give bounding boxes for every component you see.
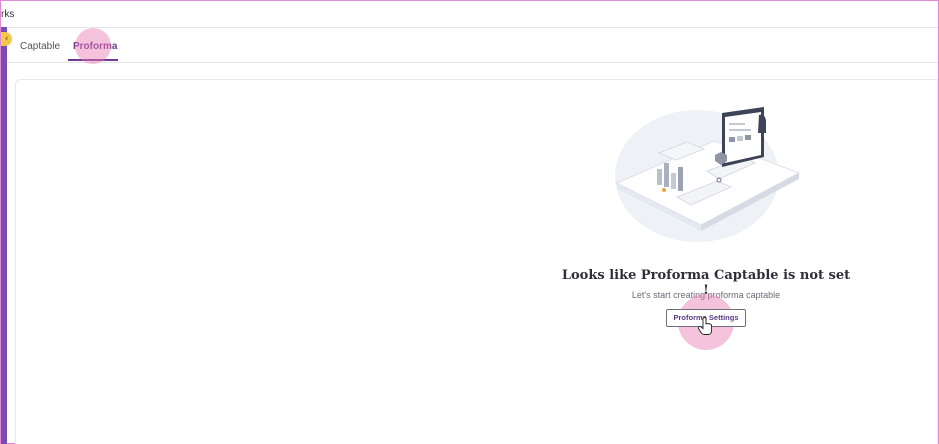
page-title: rks <box>1 9 15 20</box>
isometric-dashboard-illustration <box>615 107 801 242</box>
hand-pointer-icon <box>698 317 712 335</box>
click-highlight <box>75 28 111 64</box>
chevron-left-icon: ‹ <box>4 34 9 44</box>
tab-captable[interactable]: Captable <box>20 41 60 52</box>
left-rail <box>1 27 7 444</box>
top-bar: rks <box>1 1 938 28</box>
tab-bar: Captable Proforma <box>7 29 938 63</box>
